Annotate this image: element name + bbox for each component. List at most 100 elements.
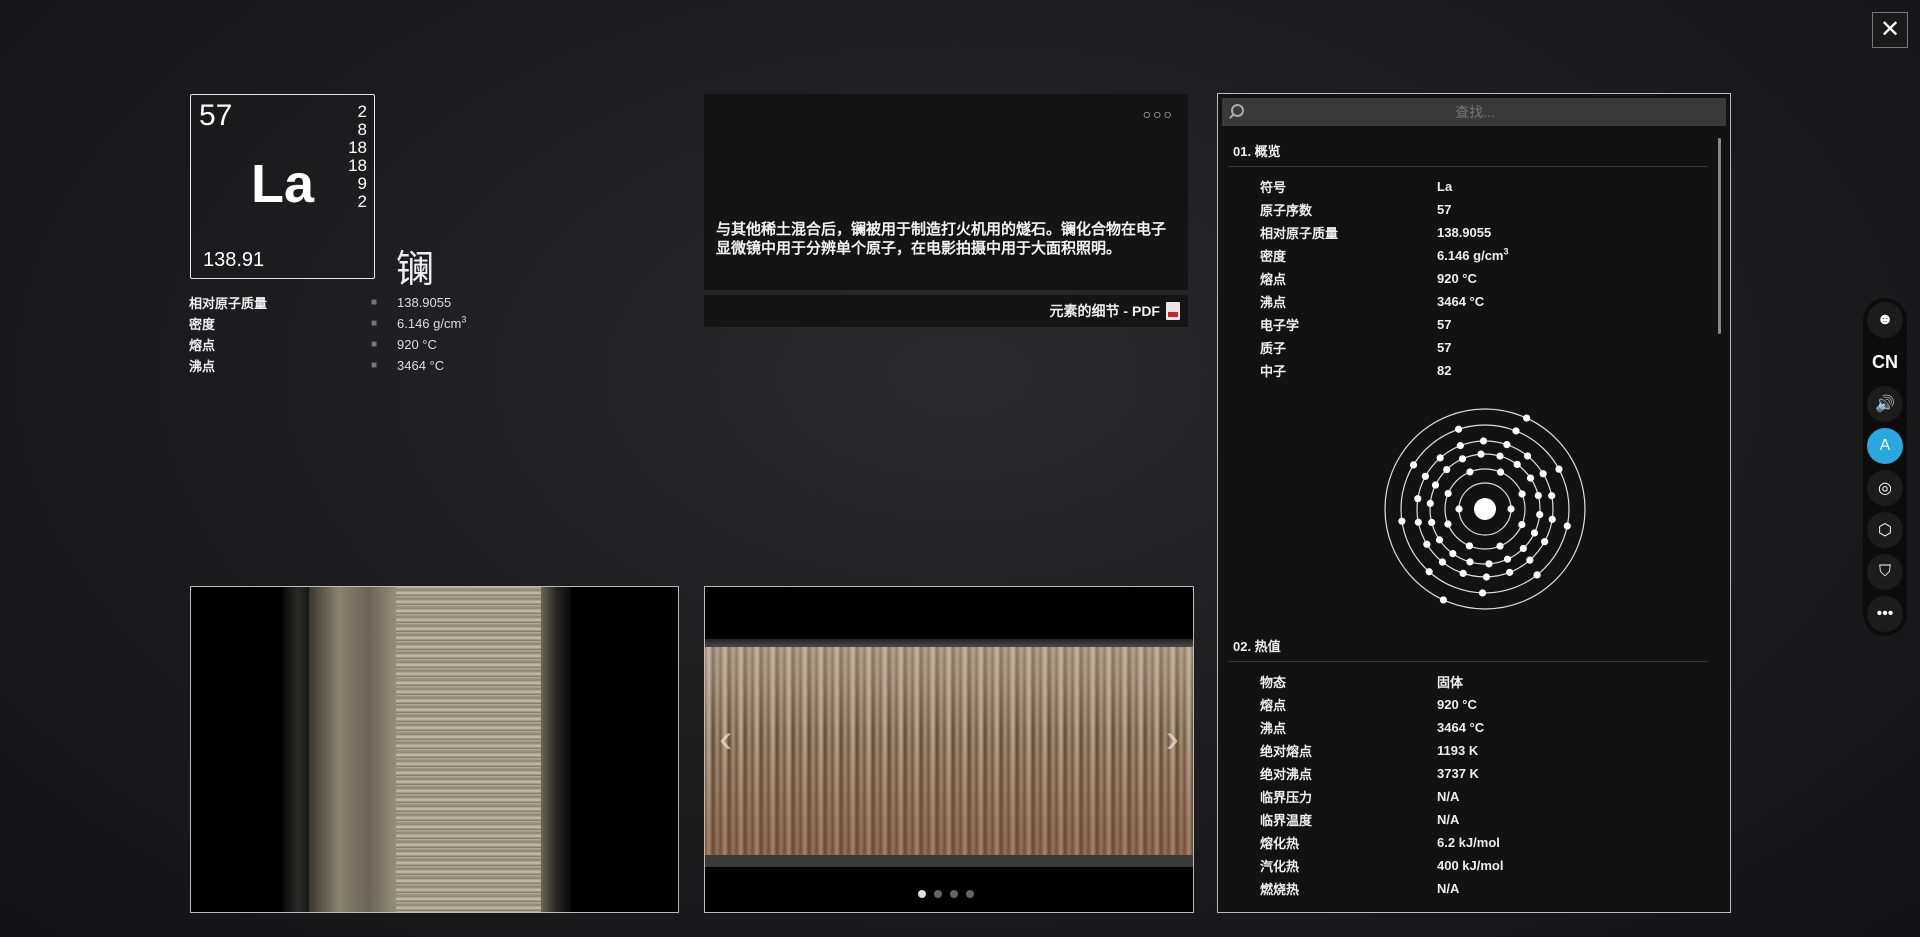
electron [1518,520,1526,529]
info-row: 原子序数 57 [1228,198,1708,221]
property-row: 密度 ■ 6.146 g/cm3 [189,313,489,334]
electron [1536,510,1544,519]
description-card: ○○○ 与其他稀土混合后，镧被用于制造打火机用的燧石。镧化合物在电子显微镜中用于… [704,94,1188,290]
electron [1454,425,1463,433]
info-label: 电子学 [1260,318,1300,333]
electron [1513,460,1521,469]
info-value: 920 °C [1437,271,1477,286]
info-value: N/A [1437,789,1460,804]
info-value: 6.146 g/cm3 [1437,246,1509,263]
electron [1455,505,1463,513]
avatar-icon[interactable]: ☻ [1867,302,1903,338]
pdf-link[interactable]: 元素的细节 - PDF [704,295,1188,327]
electron [1506,568,1514,576]
electron [1425,568,1433,576]
electron [1496,468,1505,476]
spiral-icon[interactable]: ◎ [1867,470,1903,506]
info-row: 质子 57 [1228,336,1708,359]
electron [1466,468,1474,476]
info-label: 密度 [1260,249,1287,264]
electron-shells: 2 8 18 18 9 2 [348,103,367,211]
info-row: 燃烧热 N/A [1228,877,1708,900]
property-row: 相对原子质量 ■ 138.9055 [189,292,489,313]
property-value: 6.146 g/cm3 [397,314,467,331]
info-row: 绝对沸点 3737 K [1228,762,1708,785]
electron [1477,450,1485,458]
overview-section: 01. 概览 符号 La 原子序数 57 相对原子质量 138.9055 密度 6.146 g… [1228,141,1708,382]
cube-icon[interactable]: ⬡ [1867,512,1903,548]
scrollbar[interactable] [1718,138,1721,334]
electron [1485,560,1493,568]
property-value: 138.9055 [397,295,452,310]
info-label: 中子 [1260,364,1287,379]
property-value: 920 °C [397,337,437,352]
carousel-next-button[interactable]: › [1166,717,1179,762]
app-store-icon[interactable]: A [1867,428,1903,464]
element-photo-side [190,586,679,913]
electron [1459,569,1467,577]
info-label: 沸点 [1260,721,1287,736]
atom-diagram [1384,408,1586,610]
info-row: 熔点 920 °C [1228,693,1708,716]
electron [1414,518,1422,526]
info-row: 相对原子质量 138.9055 [1228,221,1708,244]
element-chinese-name: 镧 [396,249,435,291]
shell-value: 2 [357,192,367,211]
info-value: 6.2 kJ/mol [1437,835,1500,850]
sound-icon[interactable]: 🔊 [1867,386,1903,422]
electron [1435,536,1444,544]
search-input[interactable] [1244,104,1726,120]
electron [1449,549,1457,558]
info-row: 熔点 920 °C [1228,267,1708,290]
info-row: 符号 La [1228,175,1708,198]
shell-value: 18 [348,156,367,175]
info-row: 沸点 3464 °C [1228,716,1708,739]
info-value: 3737 K [1437,766,1479,781]
electron [1534,491,1542,500]
carousel-prev-button[interactable]: ‹ [719,717,732,762]
carousel-dot[interactable] [934,890,942,898]
shield-icon[interactable]: ⛉ [1867,554,1903,590]
info-value: 固体 [1437,675,1464,690]
electron [1518,490,1526,498]
electron [1526,556,1534,564]
atomic-number: 57 [199,99,233,132]
electron [1426,499,1434,508]
bullet-icon: ■ [371,318,378,329]
electron [1512,427,1520,435]
info-label: 熔化热 [1260,836,1300,851]
close-button[interactable]: ✕ [1872,12,1908,48]
carousel-dot[interactable] [950,890,958,898]
element-photo-carousel[interactable]: ‹ › [704,586,1194,913]
shell-value: 18 [348,138,367,157]
info-label: 燃烧热 [1260,882,1300,897]
info-value: 3464 °C [1437,720,1485,735]
electron [1479,437,1488,445]
electron [1398,517,1406,525]
property-row: 熔点 ■ 920 °C [189,334,489,355]
info-label: 绝对沸点 [1260,767,1313,782]
pdf-icon [1166,302,1180,320]
info-label: 熔点 [1260,272,1287,287]
electron [1444,520,1452,528]
carousel-dot[interactable] [966,890,974,898]
electron [1482,573,1491,581]
more-icon[interactable]: ••• [1867,596,1903,632]
property-label: 相对原子质量 [189,296,268,311]
more-options-button[interactable]: ○○○ [1143,106,1174,122]
carousel-dots [918,890,974,898]
info-label: 物态 [1260,675,1287,690]
electron [1428,518,1436,527]
info-label: 临界压力 [1260,790,1313,805]
electron [1507,505,1515,513]
shell-value: 9 [357,174,367,193]
info-row: 中子 82 [1228,359,1708,382]
language-button[interactable]: CN [1867,344,1903,380]
electron [1523,414,1531,422]
info-value: 400 kJ/mol [1437,858,1504,873]
electron [1539,470,1547,478]
electron [1436,454,1444,462]
carousel-dot[interactable] [918,890,926,898]
electron [1478,589,1487,597]
bullet-icon: ■ [371,339,378,350]
